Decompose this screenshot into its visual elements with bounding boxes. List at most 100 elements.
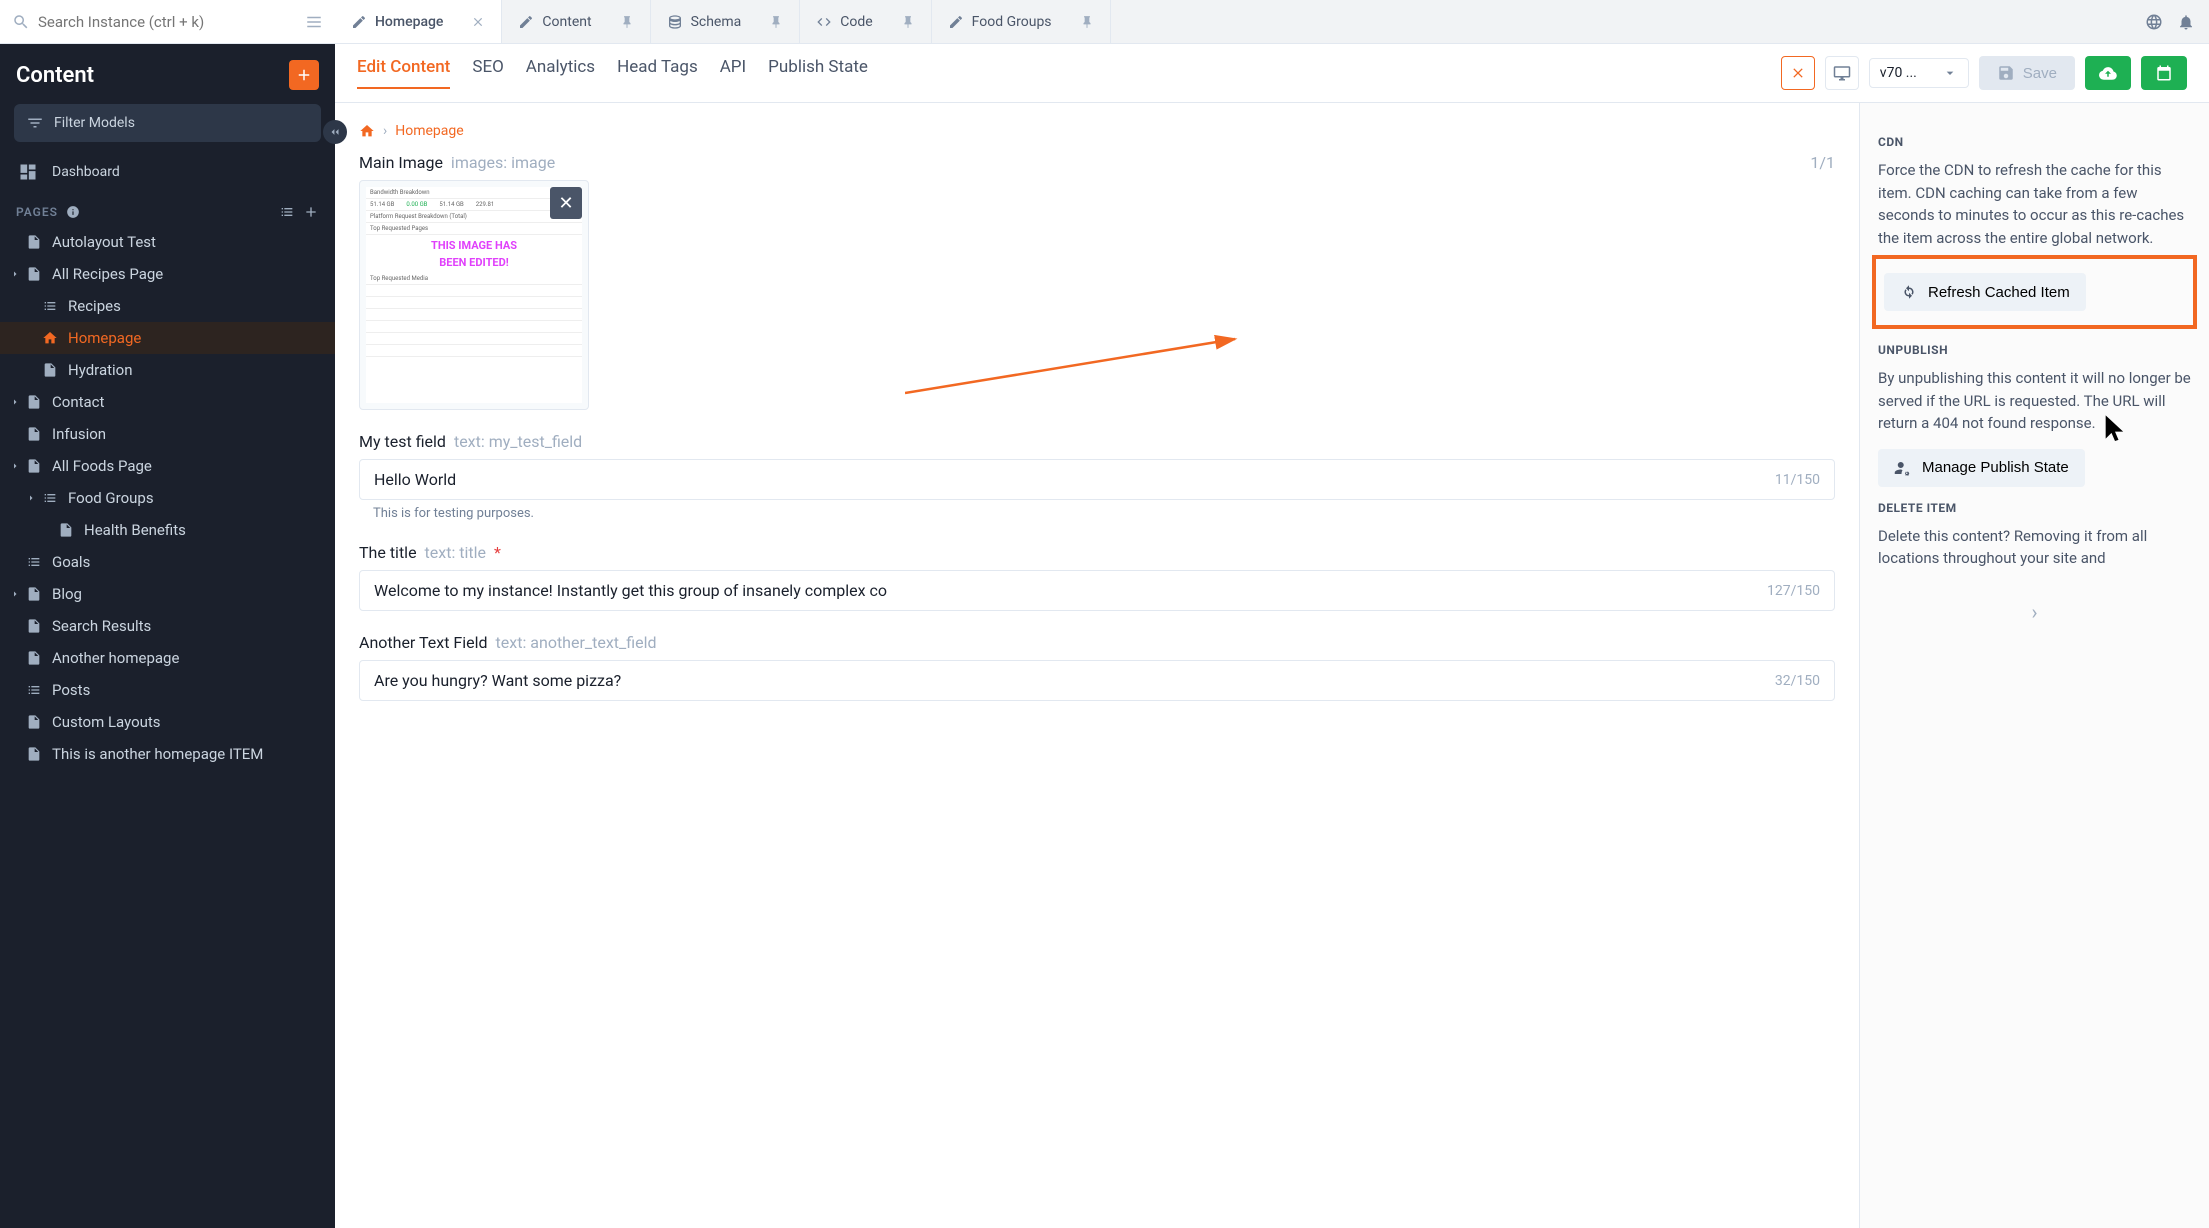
field-test-input[interactable]: Hello World 11/150 [359,459,1835,500]
version-select[interactable]: v70 ... [1869,58,1969,88]
sidebar-item-homepage[interactable]: Homepage [0,322,335,354]
bell-icon[interactable] [2177,13,2195,31]
list-icon[interactable] [279,204,295,220]
dashboard-link[interactable]: Dashboard [0,152,335,192]
globe-icon[interactable] [2145,13,2163,31]
sectab-analytics[interactable]: Analytics [526,57,595,89]
manage-publish-state-button[interactable]: Manage Publish State [1878,449,2085,487]
remove-image-button[interactable]: ✕ [550,187,582,219]
sidebar-item-autolayout-test[interactable]: Autolayout Test [0,226,335,258]
breadcrumb-current[interactable]: Homepage [395,123,463,139]
main-image-thumbnail[interactable]: ✕ Bandwidth Breakdown 51.14 GB0.00 GB51.… [359,180,589,410]
sidebar-item-search-results[interactable]: Search Results [0,610,335,642]
field-another-value: Are you hungry? Want some pizza? [374,671,621,690]
add-button[interactable] [289,60,319,90]
pin-icon[interactable] [620,15,634,29]
chevron-icon[interactable] [9,588,21,600]
sidebar-title: Content [16,63,279,88]
sidebar-item-infusion[interactable]: Infusion [0,418,335,450]
sectab-publish-state[interactable]: Publish State [768,57,868,89]
pin-icon[interactable] [901,15,915,29]
pin-icon[interactable] [769,15,783,29]
field-test-value: Hello World [374,470,456,489]
topbar-right [2131,0,2209,43]
chevron-icon[interactable] [9,268,21,280]
sidebar-item-health-benefits[interactable]: Health Benefits [0,514,335,546]
save-button[interactable]: Save [1979,56,2075,90]
doc-icon [26,650,42,666]
pencil-icon [351,14,367,30]
tab-homepage[interactable]: Homepage [335,0,502,43]
schedule-button[interactable] [2141,56,2187,90]
chevron-icon[interactable] [9,396,21,408]
tab-content[interactable]: Content [502,0,650,43]
delete-title: DELETE ITEM [1878,501,2191,515]
right-panel: CDN Force the CDN to refresh the cache f… [1859,103,2209,1228]
scroll-indicator[interactable]: › [1878,600,2191,624]
pin-icon[interactable] [1080,15,1094,29]
add-page-icon[interactable] [303,204,319,220]
sidebar-item-contact[interactable]: Contact [0,386,335,418]
publish-button[interactable] [2085,56,2131,90]
refresh-icon [1900,283,1918,301]
sectab-api[interactable]: API [720,57,746,89]
doc-icon [26,426,42,442]
info-icon[interactable] [66,205,80,219]
field-another-meta: text: another_text_field [496,633,657,652]
field-test-meta: text: my_test_field [454,432,582,451]
sidebar-item-hydration[interactable]: Hydration [0,354,335,386]
field-another-count: 32/150 [1775,673,1820,689]
field-main-image-label: Main Image [359,153,443,172]
save-icon [1997,64,2015,82]
cdn-text: Force the CDN to refresh the cache for t… [1878,159,2191,249]
sidebar-item-food-groups[interactable]: Food Groups [0,482,335,514]
field-test-label: My test field [359,432,446,451]
refresh-cached-item-button[interactable]: Refresh Cached Item [1884,273,2086,311]
tab-code[interactable]: Code [800,0,931,43]
sidebar-item-posts[interactable]: Posts [0,674,335,706]
chevron-icon[interactable] [25,492,37,504]
chevron-icon[interactable] [9,460,21,472]
calendar-icon [2155,64,2173,82]
sectab-edit-content[interactable]: Edit Content [357,57,450,89]
tune-icon[interactable] [305,13,323,31]
dashboard-icon [18,162,38,182]
sidebar-item-this-is-another-homepage-item[interactable]: This is another homepage ITEM [0,738,335,770]
preview-button[interactable] [1825,56,1859,90]
top-tabs: HomepageContentSchemaCodeFood Groups [335,0,2131,43]
tab-food-groups[interactable]: Food Groups [932,0,1111,43]
delete-text: Delete this content? Removing it from al… [1878,525,2191,570]
close-editor-button[interactable] [1781,56,1815,90]
close-icon [1790,65,1806,81]
sidebar-item-another-homepage[interactable]: Another homepage [0,642,335,674]
sidebar-item-all-foods-page[interactable]: All Foods Page [0,450,335,482]
sectab-head-tags[interactable]: Head Tags [617,57,698,89]
list-icon [26,682,42,698]
plus-icon [295,66,313,84]
field-title-value: Welcome to my instance! Instantly get th… [374,581,887,600]
doc-icon [26,394,42,410]
field-test-help: This is for testing purposes. [359,506,1835,521]
search-input[interactable] [38,13,297,31]
search-instance[interactable] [0,0,335,43]
filter-models[interactable]: Filter Models [14,104,321,142]
sidebar-item-custom-layouts[interactable]: Custom Layouts [0,706,335,738]
field-title-input[interactable]: Welcome to my instance! Instantly get th… [359,570,1835,611]
sidebar-item-goals[interactable]: Goals [0,546,335,578]
annotation-highlight: Refresh Cached Item [1872,255,2197,329]
sidebar: Content Filter Models Dashboard PAGES Au… [0,44,335,1228]
action-group: v70 ... Save [1781,56,2187,90]
tab-schema[interactable]: Schema [651,0,801,43]
field-title: The title text: title * Welcome to my in… [359,543,1835,611]
close-icon[interactable] [471,15,485,29]
sidebar-item-recipes[interactable]: Recipes [0,290,335,322]
field-another-input[interactable]: Are you hungry? Want some pizza? 32/150 [359,660,1835,701]
sectab-seo[interactable]: SEO [472,57,503,89]
save-label: Save [2023,65,2057,82]
sidebar-item-blog[interactable]: Blog [0,578,335,610]
sidebar-nav: Autolayout TestAll Recipes PageRecipesHo… [0,226,335,1228]
home-icon[interactable] [359,123,375,139]
sidebar-item-all-recipes-page[interactable]: All Recipes Page [0,258,335,290]
db-icon [667,14,683,30]
version-label: v70 ... [1880,65,1917,81]
